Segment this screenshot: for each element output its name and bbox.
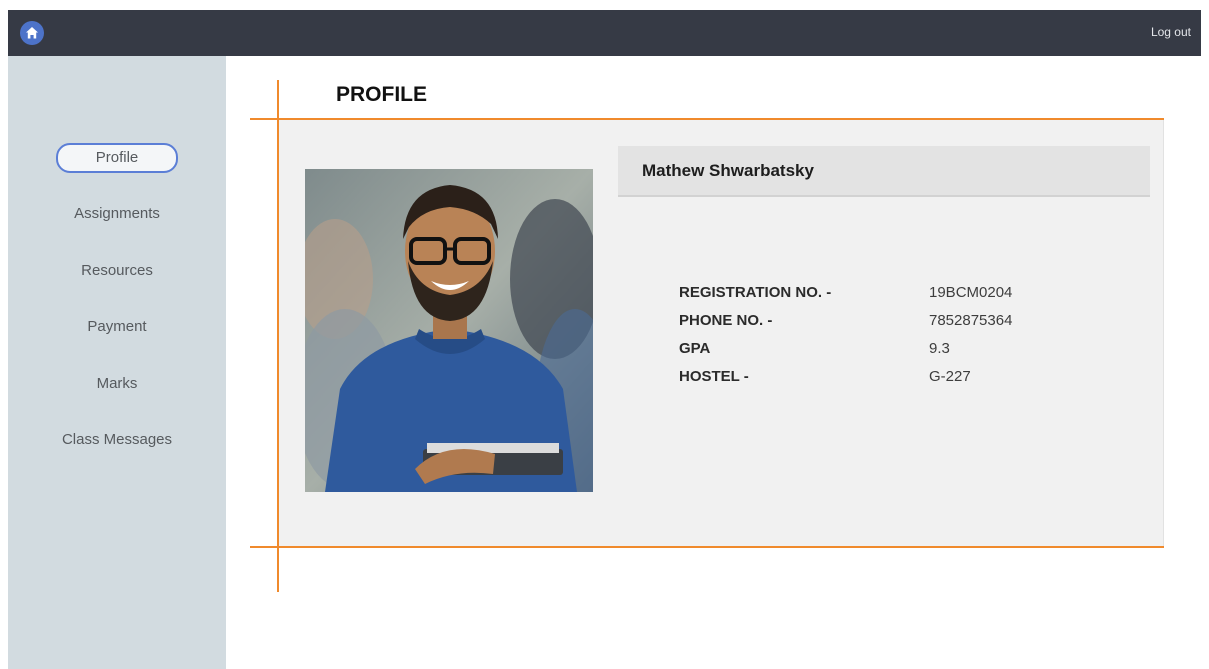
profile-card: Mathew Shwarbatsky REGISTRATION NO. - 19… (279, 120, 1164, 546)
home-icon[interactable] (20, 21, 44, 45)
sidebar-item-label: Class Messages (61, 431, 173, 448)
profile-photo (305, 169, 593, 492)
sidebar: Profile Assignments Resources Payment Ma… (8, 56, 226, 669)
top-bar: Log out (8, 10, 1201, 56)
detail-label: REGISTRATION NO. - (679, 284, 832, 301)
detail-row-phone: PHONE NO. - 7852875364 (679, 312, 1099, 340)
sidebar-item-label: Assignments (74, 205, 160, 222)
detail-row-hostel: HOSTEL - G-227 (679, 368, 1099, 396)
top-divider (250, 118, 1164, 120)
bottom-divider (250, 546, 1164, 548)
detail-value: 7852875364 (929, 312, 1013, 329)
sidebar-item-profile[interactable]: Profile (8, 143, 226, 173)
detail-label: PHONE NO. - (679, 312, 773, 329)
sidebar-item-marks[interactable]: Marks (8, 375, 226, 392)
sidebar-item-payment[interactable]: Payment (8, 318, 226, 335)
sidebar-item-label: Profile (56, 143, 178, 173)
name-header: Mathew Shwarbatsky (618, 146, 1150, 197)
detail-value: 19BCM0204 (929, 284, 1013, 301)
student-name: Mathew Shwarbatsky (642, 161, 814, 180)
detail-row-gpa: GPA 9.3 (679, 340, 1099, 368)
sidebar-item-resources[interactable]: Resources (8, 262, 226, 279)
sidebar-item-assignments[interactable]: Assignments (8, 205, 226, 222)
sidebar-item-label: Marks (96, 375, 138, 392)
detail-label: GPA (679, 340, 711, 357)
page-title: PROFILE (336, 83, 428, 106)
logout-link[interactable]: Log out (1151, 25, 1191, 39)
profile-details: REGISTRATION NO. - 19BCM0204 PHONE NO. -… (679, 284, 1099, 396)
detail-label: HOSTEL - (679, 368, 749, 385)
detail-value: G-227 (929, 368, 971, 385)
vertical-divider (277, 80, 279, 592)
detail-row-registration: REGISTRATION NO. - 19BCM0204 (679, 284, 1099, 312)
detail-value: 9.3 (929, 340, 950, 357)
sidebar-item-class-messages[interactable]: Class Messages (8, 431, 226, 448)
sidebar-item-label: Resources (81, 262, 153, 279)
sidebar-item-label: Payment (87, 318, 147, 335)
